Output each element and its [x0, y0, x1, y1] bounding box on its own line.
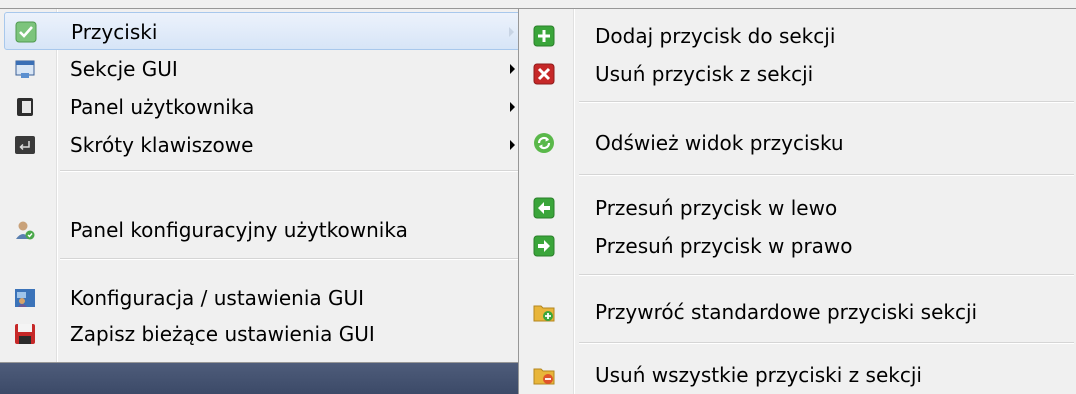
checkmark-icon [15, 21, 37, 43]
submenu-arrow-icon [510, 102, 515, 112]
menu-separator [579, 342, 1074, 344]
menu-separator [60, 258, 525, 260]
submenu-arrow-icon [509, 27, 514, 37]
floppy-disk-icon [15, 324, 35, 344]
submenu-item-przesun-prawo[interactable]: Przesuń przycisk w prawo [523, 227, 1072, 265]
menu-item-label: Przyciski [71, 20, 158, 44]
menu-item-label: Sekcje GUI [70, 57, 178, 81]
submenu-item-dodaj[interactable]: Dodaj przycisk do sekcji [523, 17, 1072, 55]
arrow-right-icon [533, 235, 555, 257]
plus-icon [533, 25, 555, 47]
user-config-icon [16, 221, 35, 240]
submenu-item-przywroc[interactable]: Przywróć standardowe przyciski sekcji [523, 293, 1072, 331]
submenu-item-usun[interactable]: Usuń przycisk z sekcji [523, 55, 1072, 93]
menu-item-label: Dodaj przycisk do sekcji [595, 24, 836, 48]
menu-separator [579, 101, 1074, 103]
window-section-icon [15, 60, 35, 78]
submenu-item-usun-wszystkie[interactable]: Usuń wszystkie przyciski z sekcji [523, 356, 1072, 394]
menu-item-sekcje-gui[interactable]: Sekcje GUI [4, 50, 523, 88]
menu-item-label: Panel użytkownika [70, 95, 255, 119]
folder-restore-icon [533, 305, 555, 322]
gui-settings-icon [15, 289, 35, 307]
menu-item-label: Panel konfiguracyjny użytkownika [70, 218, 408, 242]
submenu-arrow-icon [510, 140, 515, 150]
folder-remove-icon [533, 368, 555, 385]
menu-item-label: Odśwież widok przycisku [595, 131, 844, 155]
menu-item-panel-konfiguracyjny[interactable]: Panel konfiguracyjny użytkownika [4, 211, 523, 249]
window-background [0, 363, 518, 394]
user-panel-icon [17, 98, 33, 116]
menu-item-skroty-klawiszowe[interactable]: Skróty klawiszowe [4, 126, 523, 164]
menu-separator [579, 274, 1074, 276]
submenu-arrow-icon [510, 64, 515, 74]
menu-item-konfiguracja-gui[interactable]: Konfiguracja / ustawienia GUI [4, 279, 523, 317]
menu-item-label: Usuń przycisk z sekcji [595, 62, 814, 86]
menu-item-label: Przesuń przycisk w lewo [595, 196, 838, 220]
menu-separator [579, 174, 1074, 176]
refresh-icon [534, 133, 554, 153]
submenu-przyciski: Dodaj przycisk do sekcji Usuń przycisk z… [518, 8, 1076, 394]
menu-item-label: Usuń wszystkie przyciski z sekcji [595, 363, 922, 387]
menu-item-zapisz-ustawienia[interactable]: Zapisz bieżące ustawienia GUI [4, 315, 523, 353]
keyboard-shortcut-icon [15, 136, 35, 154]
arrow-left-icon [533, 197, 555, 219]
menu-separator [60, 170, 525, 172]
menu-item-przyciski[interactable]: Przyciski [4, 12, 523, 50]
menu-item-label: Konfiguracja / ustawienia GUI [70, 286, 365, 310]
menu-item-label: Przesuń przycisk w prawo [595, 234, 853, 258]
menu-item-panel-uzytkownika[interactable]: Panel użytkownika [4, 88, 523, 126]
remove-x-icon [533, 63, 555, 85]
context-menu: Przyciski Sekcje GUI Panel użytkownika S… [0, 8, 528, 363]
menu-item-label: Przywróć standardowe przyciski sekcji [595, 300, 978, 324]
menu-item-label: Zapisz bieżące ustawienia GUI [70, 322, 375, 346]
menu-item-label: Skróty klawiszowe [70, 133, 254, 157]
submenu-item-przesun-lewo[interactable]: Przesuń przycisk w lewo [523, 189, 1072, 227]
submenu-item-odswiez[interactable]: Odśwież widok przycisku [523, 124, 1072, 162]
